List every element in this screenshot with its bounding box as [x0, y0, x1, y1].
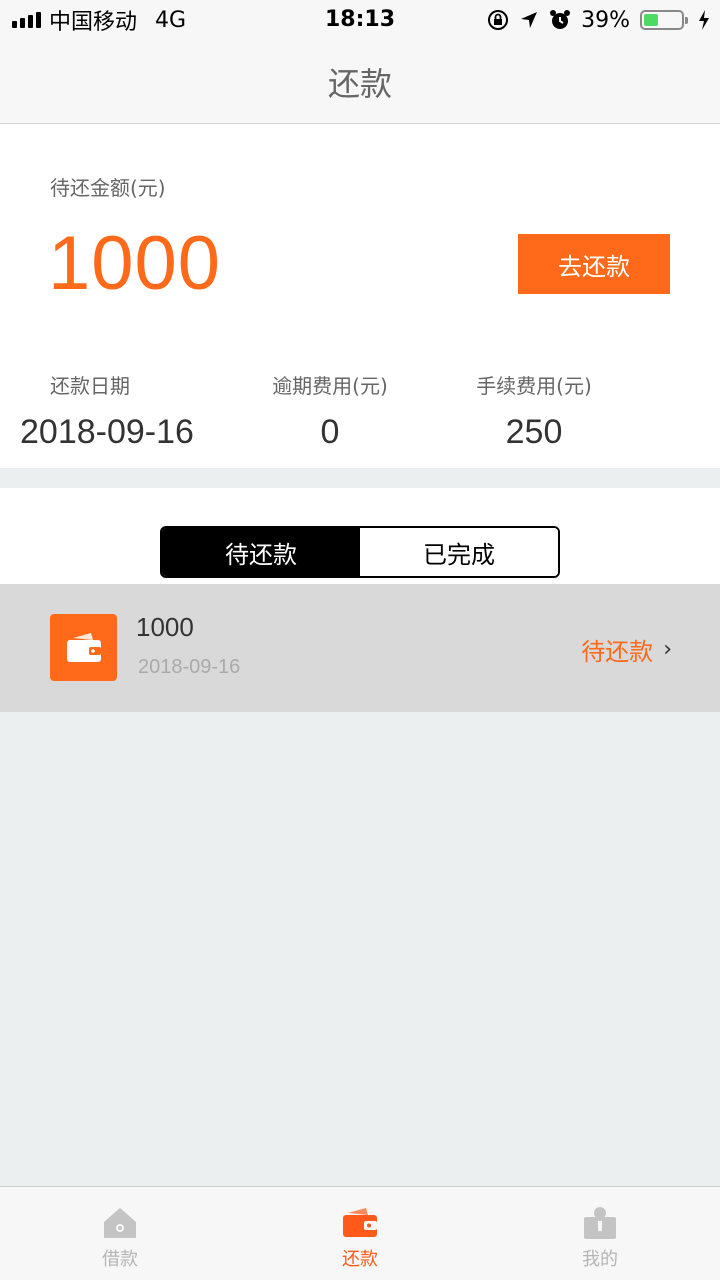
- wallet-tab-icon: [342, 1205, 378, 1241]
- service-fee-block: 手续费用(元) 250: [462, 370, 606, 452]
- alarm-icon: [550, 10, 571, 29]
- status-right: 39%: [487, 0, 710, 40]
- due-date-block: 还款日期 2018-09-16: [20, 370, 250, 452]
- tab-bar: 借款 还款 我的: [0, 1186, 720, 1280]
- overdue-fee-value: 0: [320, 413, 340, 451]
- repayment-list-item[interactable]: 1000 2018-09-16 待还款 ›: [0, 584, 720, 712]
- charging-icon: [699, 10, 709, 30]
- profile-icon: [582, 1205, 618, 1241]
- amount-due-value: 1000: [48, 221, 222, 306]
- home-icon: [102, 1205, 138, 1241]
- segment-pending[interactable]: 待还款: [162, 528, 360, 576]
- section-divider: [0, 468, 720, 488]
- tab-repay[interactable]: 还款: [240, 1187, 480, 1280]
- tab-mine[interactable]: 我的: [480, 1187, 720, 1280]
- battery-fill: [644, 14, 659, 26]
- overdue-fee-block: 逾期费用(元) 0: [260, 370, 400, 452]
- list-item-status: 待还款 ›: [581, 632, 672, 667]
- tab-mine-label: 我的: [582, 1249, 618, 1270]
- status-bar: 中国移动 4G 18:13 39%: [0, 0, 720, 40]
- battery-icon: [640, 10, 688, 30]
- due-date-label: 还款日期: [50, 374, 130, 398]
- tab-borrow[interactable]: 借款: [0, 1187, 240, 1280]
- chevron-right-icon: ›: [663, 637, 672, 662]
- list-item-status-label: 待还款: [581, 638, 654, 666]
- rotation-lock-icon: [488, 10, 509, 30]
- battery-percent: 39%: [581, 7, 630, 33]
- repayment-summary: 待还金额(元) 1000 去还款 还款日期 2018-09-16 逾期费用(元)…: [0, 124, 720, 468]
- due-date-value: 2018-09-16: [20, 413, 194, 451]
- amount-due-label: 待还金额(元): [50, 176, 166, 200]
- service-fee-label: 手续费用(元): [476, 374, 592, 398]
- list-item-date: 2018-09-16: [138, 656, 241, 678]
- status-segmented-control: 待还款 已完成: [160, 526, 560, 578]
- overdue-fee-label: 逾期费用(元): [272, 374, 388, 398]
- nav-bar: 还款: [0, 40, 720, 124]
- segment-area: 待还款 已完成: [0, 488, 720, 584]
- location-icon: [521, 12, 538, 28]
- page-title: 还款: [327, 64, 392, 103]
- wallet-icon: [50, 614, 117, 681]
- service-fee-value: 250: [505, 413, 563, 451]
- repay-button[interactable]: 去还款: [518, 234, 670, 294]
- segment-completed[interactable]: 已完成: [360, 528, 558, 576]
- tab-borrow-label: 借款: [102, 1249, 138, 1270]
- tab-repay-label: 还款: [342, 1249, 378, 1270]
- list-item-amount: 1000: [136, 612, 194, 642]
